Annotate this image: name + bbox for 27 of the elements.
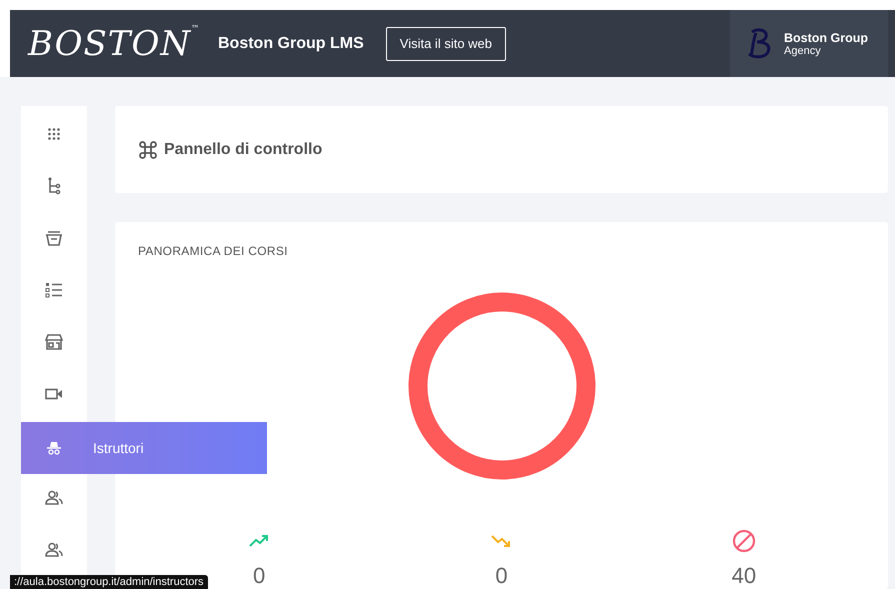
tree-icon <box>47 176 61 194</box>
card-title: PANORAMICA DEI CORSI <box>138 244 289 258</box>
list-icon <box>45 282 63 298</box>
stat-value: 0 <box>253 563 266 589</box>
trending-up-icon <box>249 535 270 547</box>
trending-down-icon <box>491 535 512 547</box>
visit-site-button[interactable]: Visita il sito web <box>386 26 506 60</box>
stat-value: 0 <box>495 563 508 589</box>
sidebar-item[interactable]: Istruttori <box>21 422 267 474</box>
users-icon <box>45 542 63 557</box>
command-icon <box>138 140 158 160</box>
page-title: Pannello di controllo <box>164 140 322 158</box>
status-url: ://aula.bostongroup.it/admin/instructors <box>10 575 208 589</box>
stat-value: 40 <box>732 563 756 589</box>
grid-icon <box>47 126 61 140</box>
users-icon <box>45 490 63 505</box>
logo: BOSTON™ <box>28 24 200 64</box>
video-camera-icon <box>45 388 63 400</box>
app-title: Boston Group LMS <box>218 34 364 52</box>
spy-icon <box>46 441 62 455</box>
basket-icon <box>45 230 63 246</box>
sidebar-item-label: Istruttori <box>93 440 144 456</box>
store-icon <box>45 334 63 350</box>
blocked-icon <box>732 529 756 553</box>
user-name: Boston Group <box>784 30 868 44</box>
user-role: Agency <box>784 44 822 56</box>
user-menu[interactable]: Boston Group Agency <box>730 10 888 77</box>
